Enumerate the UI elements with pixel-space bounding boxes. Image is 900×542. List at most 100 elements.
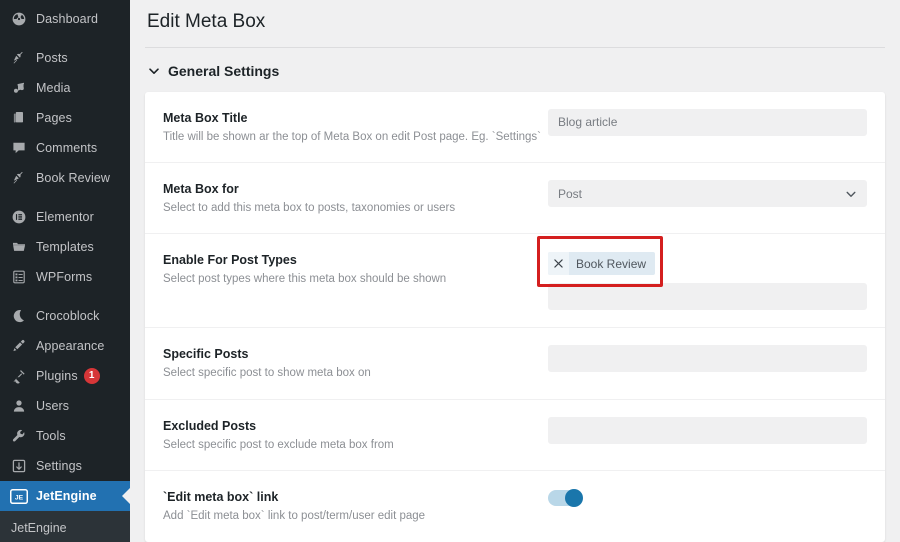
settings-row: Specific Posts Select specific post to sh… — [145, 328, 885, 400]
sidebar-item-wpforms[interactable]: WPForms — [0, 262, 130, 292]
sidebar-item-crocoblock[interactable]: Crocoblock — [0, 301, 130, 331]
settings-row: Enable For Post Types Select post types w… — [145, 234, 885, 329]
sidebar-separator — [0, 193, 130, 202]
settings-row: Meta Box for Select to add this meta box … — [145, 163, 885, 235]
setting-label: Meta Box Title — [163, 110, 248, 125]
sidebar-item-label: Tools — [36, 428, 66, 443]
sidebar-item-tools[interactable]: Tools — [0, 421, 130, 451]
sidebar-item-label: Elementor — [36, 209, 94, 224]
sidebar-item-label: Templates — [36, 239, 94, 254]
sidebar-item-elementor[interactable]: Elementor — [0, 202, 130, 232]
folder-icon — [9, 237, 29, 257]
row-control-group — [548, 345, 867, 373]
settings-icon — [9, 456, 29, 476]
current-menu-arrow-icon — [122, 488, 130, 504]
row-control-group: Blog article — [548, 108, 867, 136]
sidebar-item-settings[interactable]: Settings — [0, 451, 130, 481]
sidebar-item-media[interactable]: Media — [0, 73, 130, 103]
toggle-knob — [565, 489, 583, 508]
select-value: Post — [558, 186, 583, 201]
chevron-down-icon — [845, 188, 857, 200]
tag-chip-label: Book Review — [576, 256, 647, 271]
text-input[interactable] — [548, 416, 867, 444]
main-content: Edit Meta Box General Settings Meta Box … — [130, 0, 900, 542]
svg-text:JE: JE — [15, 494, 24, 501]
sidebar-item-jetengine[interactable]: JE JetEngine — [0, 481, 130, 511]
update-count-badge: 1 — [83, 368, 100, 384]
sidebar-item-book-review[interactable]: Book Review — [0, 163, 130, 193]
edit-meta-box-link-toggle[interactable] — [548, 489, 583, 508]
sidebar-separator — [0, 34, 130, 43]
sidebar-item-label: JetEngine — [36, 488, 97, 503]
row-control-group — [548, 416, 867, 444]
wrench-icon — [9, 426, 29, 446]
jetengine-submenu: JetEngineListingsPost Types — [0, 511, 130, 542]
jetengine-icon: JE — [9, 486, 29, 506]
pin-icon — [9, 168, 29, 188]
sidebar-item-label: Crocoblock — [36, 308, 100, 323]
row-control-group: Post — [548, 180, 867, 208]
setting-description: Select to add this meta box to posts, ta… — [163, 201, 456, 214]
submenu-item-jetengine[interactable]: JetEngine — [0, 516, 130, 540]
sidebar-item-users[interactable]: Users — [0, 391, 130, 421]
settings-row: Meta Box Title Title will be shown ar the… — [145, 92, 885, 164]
sidebar-item-label: Appearance — [36, 338, 105, 353]
sidebar-item-label: Book Review — [36, 170, 111, 185]
post-types-select-input[interactable] — [548, 283, 867, 311]
sidebar-item-plugins[interactable]: Plugins 1 — [0, 361, 130, 391]
plug-icon — [9, 366, 29, 386]
sidebar-item-appearance[interactable]: Appearance — [0, 331, 130, 361]
comment-icon — [9, 138, 29, 158]
row-label-group: Excluded Posts Select specific post to ex… — [163, 417, 548, 453]
text-input[interactable] — [548, 345, 867, 373]
sidebar-item-templates[interactable]: Templates — [0, 232, 130, 262]
form-icon — [9, 267, 29, 287]
sidebar-item-comments[interactable]: Comments — [0, 133, 130, 163]
section-header-general-settings[interactable]: General Settings — [145, 48, 885, 92]
setting-label: Meta Box for — [163, 182, 239, 197]
pages-icon — [9, 108, 29, 128]
media-icon — [9, 78, 29, 98]
pin-icon — [9, 48, 29, 68]
user-icon — [9, 396, 29, 416]
selected-tags: Book Review — [548, 251, 867, 276]
row-label-group: Meta Box Title Title will be shown ar the… — [163, 109, 548, 145]
sidebar-item-label: Dashboard — [36, 11, 99, 26]
text-input[interactable]: Blog article — [548, 108, 867, 136]
row-control-group — [548, 488, 867, 508]
row-label-group: Enable For Post Types Select post types w… — [163, 251, 548, 287]
sidebar-item-pages[interactable]: Pages — [0, 103, 130, 133]
sidebar-item-label: Posts — [36, 50, 68, 65]
setting-description: Select post types where this meta box sh… — [163, 273, 447, 286]
setting-description: Select specific post to exclude meta box… — [163, 438, 394, 451]
sidebar-item-label: Media — [36, 80, 71, 95]
tag-chip[interactable]: Book Review — [548, 252, 656, 276]
chevron-down-icon — [147, 64, 161, 78]
select-dropdown[interactable]: Post — [548, 180, 867, 208]
sidebar-item-label: Users — [36, 398, 70, 413]
close-icon[interactable] — [548, 252, 569, 276]
sidebar-item-label: Comments — [36, 140, 98, 155]
page-title: Edit Meta Box — [147, 11, 266, 32]
admin-sidebar: Dashboard Posts Media Pages Comments Book Rev… — [0, 0, 130, 542]
sidebar-item-posts[interactable]: Posts — [0, 43, 130, 73]
section-title: General Settings — [168, 62, 280, 79]
setting-label: Excluded Posts — [163, 418, 257, 433]
row-label-group: Specific Posts Select specific post to sh… — [163, 345, 548, 381]
sidebar-separator — [0, 292, 130, 301]
setting-description: Add `Edit meta box` link to post/term/us… — [163, 510, 426, 523]
setting-description: Select specific post to show meta box on — [163, 367, 371, 380]
row-control-group: Book Review — [548, 251, 867, 311]
brush-icon — [9, 336, 29, 356]
moon-icon — [9, 306, 29, 326]
setting-description: Title will be shown ar the top of Meta B… — [163, 130, 541, 143]
setting-label: `Edit meta box` link — [163, 490, 279, 505]
elementor-icon — [9, 207, 29, 227]
settings-row: `Edit meta box` link Add `Edit meta box` … — [145, 471, 885, 541]
row-label-group: `Edit meta box` link Add `Edit meta box` … — [163, 488, 548, 524]
sidebar-item-dashboard[interactable]: Dashboard — [0, 4, 130, 34]
row-label-group: Meta Box for Select to add this meta box … — [163, 180, 548, 216]
admin-screen: Dashboard Posts Media Pages Comments Book Rev… — [0, 0, 900, 542]
sidebar-item-label: Pages — [36, 110, 72, 125]
sidebar-item-label: Plugins — [36, 368, 78, 383]
